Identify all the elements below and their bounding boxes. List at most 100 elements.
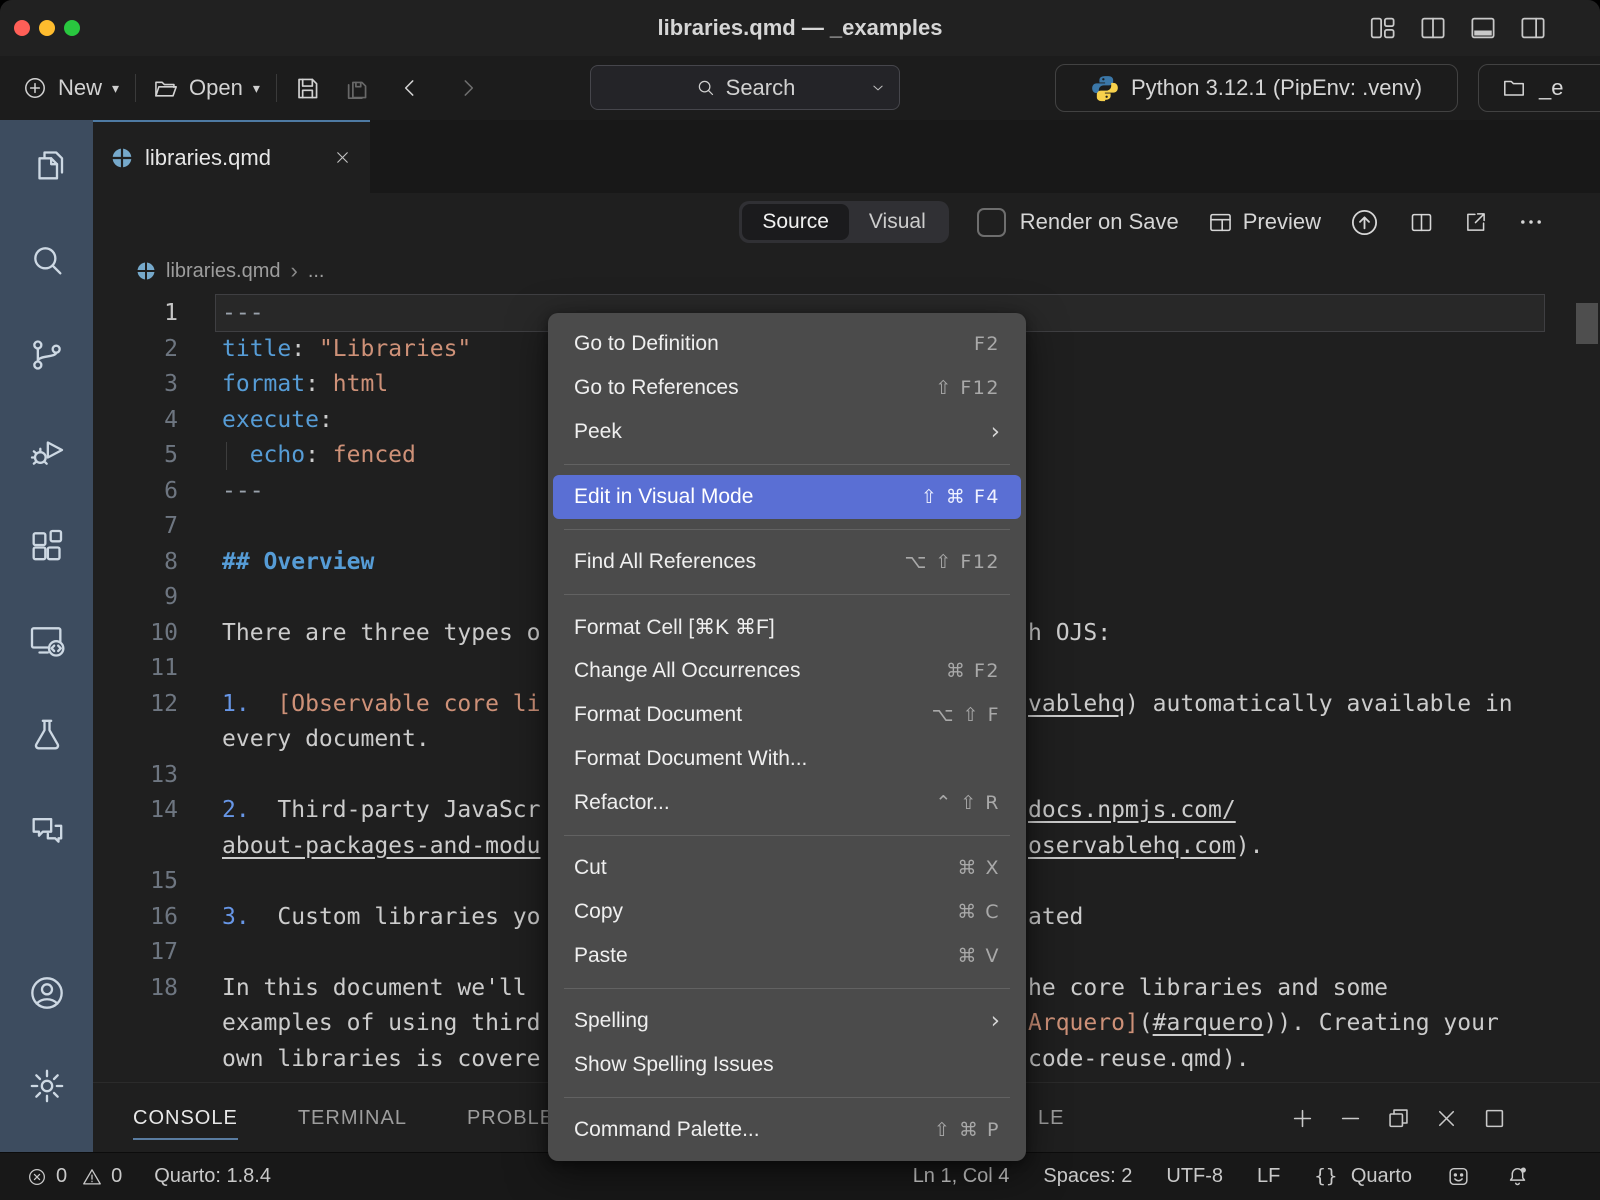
navigate-forward-icon[interactable] bbox=[455, 75, 481, 101]
menu-separator bbox=[564, 594, 1010, 595]
menu-item-shortcut: ⌘ F2 bbox=[946, 660, 1000, 682]
cursor-position-status[interactable]: Ln 1, Col 4 bbox=[913, 1165, 1010, 1188]
chevron-down-icon[interactable] bbox=[869, 79, 887, 97]
menu-separator bbox=[564, 835, 1010, 836]
menu-item-refactor[interactable]: Refactor...⌃ ⇧ R bbox=[548, 781, 1026, 825]
scm-icon bbox=[27, 335, 67, 375]
indentation-status[interactable]: Spaces: 2 bbox=[1043, 1165, 1132, 1188]
menu-item-paste[interactable]: Paste⌘ V bbox=[548, 934, 1026, 978]
language-mode-status[interactable]: {} Quarto bbox=[1314, 1165, 1412, 1188]
panel-tab-terminal[interactable]: TERMINAL bbox=[298, 1085, 407, 1152]
covered-panel-tab-fragment: LE bbox=[1038, 1083, 1064, 1153]
encoding-status[interactable]: UTF-8 bbox=[1166, 1165, 1223, 1188]
preview-icon bbox=[1207, 209, 1234, 236]
source-mode-button[interactable]: Source bbox=[742, 204, 849, 240]
activitybar-extensions[interactable] bbox=[26, 524, 68, 566]
preview-label: Preview bbox=[1243, 209, 1321, 235]
render-on-save-label: Render on Save bbox=[1020, 209, 1179, 235]
new-button[interactable]: New ▾ bbox=[22, 75, 119, 101]
line-number: 3 bbox=[93, 367, 178, 403]
activitybar-run-and-debug[interactable] bbox=[26, 429, 68, 471]
menu-item-shortcut: F2 bbox=[974, 333, 1000, 355]
menu-item-cut[interactable]: Cut⌘ X bbox=[548, 846, 1026, 890]
menu-item-label: Format Document With... bbox=[574, 747, 1000, 771]
line-number: 7 bbox=[93, 509, 178, 545]
editor-scrollbar[interactable] bbox=[1576, 303, 1598, 344]
chevron-right-icon: › bbox=[290, 258, 297, 284]
open-in-new-window-icon[interactable] bbox=[1463, 209, 1489, 235]
split-editor-layout-icon[interactable] bbox=[1418, 13, 1448, 43]
breadcrumb[interactable]: libraries.qmd › ... bbox=[136, 258, 324, 284]
activitybar-testing[interactable] bbox=[26, 714, 68, 756]
workspace-button[interactable]: _e bbox=[1478, 64, 1600, 112]
activitybar-source-control[interactable] bbox=[26, 334, 68, 376]
menu-item-label: Peek bbox=[574, 420, 991, 444]
menu-separator bbox=[564, 1097, 1010, 1098]
breadcrumb-ellipsis[interactable]: ... bbox=[308, 260, 325, 283]
activitybar-explorer[interactable] bbox=[26, 144, 68, 186]
menu-item-peek[interactable]: Peek› bbox=[548, 410, 1026, 454]
chevron-down-icon: ▾ bbox=[253, 80, 260, 97]
secondary-sidebar-layout-icon[interactable] bbox=[1518, 13, 1548, 43]
line-number: 17 bbox=[93, 935, 178, 971]
menu-item-format-document[interactable]: Format Document⌥ ⇧ F bbox=[548, 693, 1026, 737]
menu-item-find-all-references[interactable]: Find All References⌥ ⇧ F12 bbox=[548, 540, 1026, 584]
split-editor-icon[interactable] bbox=[1408, 209, 1435, 236]
save-all-icon[interactable] bbox=[342, 74, 371, 103]
menu-item-change-all-occurrences[interactable]: Change All Occurrences⌘ F2 bbox=[548, 649, 1026, 693]
restore-panel-icon[interactable] bbox=[1385, 1105, 1412, 1132]
render-icon[interactable] bbox=[1349, 207, 1380, 238]
activitybar-search[interactable] bbox=[26, 239, 68, 281]
search-input[interactable]: Search bbox=[590, 65, 900, 110]
menu-item-edit-in-visual-mode[interactable]: Edit in Visual Mode⇧ ⌘ F4 bbox=[553, 475, 1021, 519]
menu-item-show-spelling-issues[interactable]: Show Spelling Issues bbox=[548, 1043, 1026, 1087]
visual-mode-button[interactable]: Visual bbox=[849, 204, 946, 240]
problems-status[interactable]: 0 0 bbox=[26, 1165, 122, 1188]
notifications-bell-icon[interactable] bbox=[1505, 1164, 1530, 1189]
close-tab-icon[interactable] bbox=[333, 148, 352, 167]
render-on-save-checkbox[interactable] bbox=[977, 208, 1006, 237]
menu-item-copy[interactable]: Copy⌘ C bbox=[548, 890, 1026, 934]
activitybar-comments[interactable] bbox=[26, 809, 68, 851]
open-button[interactable]: Open ▾ bbox=[152, 75, 260, 102]
panel-tab-console[interactable]: CONSOLE bbox=[133, 1085, 238, 1152]
tab-libraries-qmd[interactable]: libraries.qmd bbox=[93, 120, 370, 193]
feedback-smiley-icon[interactable] bbox=[1446, 1164, 1471, 1189]
open-button-label: Open bbox=[189, 75, 243, 101]
close-panel-icon[interactable] bbox=[1433, 1105, 1460, 1132]
activitybar-account[interactable] bbox=[26, 972, 68, 1014]
navigate-back-icon[interactable] bbox=[397, 75, 423, 101]
menu-item-shortcut: ⌥ ⇧ F12 bbox=[905, 551, 1001, 573]
tab-strip: libraries.qmd bbox=[93, 120, 1600, 193]
search-placeholder: Search bbox=[726, 75, 796, 101]
minimize-panel-icon[interactable] bbox=[1337, 1105, 1364, 1132]
menu-item-shortcut: ⌘ C bbox=[957, 901, 1000, 923]
menu-item-spelling[interactable]: Spelling› bbox=[548, 999, 1026, 1043]
customize-layout-icon[interactable] bbox=[1368, 13, 1398, 43]
breadcrumb-file[interactable]: libraries.qmd bbox=[166, 260, 280, 283]
eol-status[interactable]: LF bbox=[1257, 1165, 1280, 1188]
files-icon bbox=[27, 145, 67, 185]
menu-item-label: Command Palette... bbox=[574, 1118, 934, 1142]
menu-item-go-to-references[interactable]: Go to References⇧ F12 bbox=[548, 366, 1026, 410]
activitybar-settings[interactable] bbox=[26, 1065, 68, 1107]
preview-button[interactable]: Preview bbox=[1207, 209, 1321, 236]
new-console-icon[interactable] bbox=[1289, 1105, 1316, 1132]
debug-icon bbox=[27, 430, 67, 470]
maximize-panel-icon[interactable] bbox=[1481, 1105, 1508, 1132]
interpreter-selector[interactable]: Python 3.12.1 (PipEnv: .venv) bbox=[1055, 64, 1458, 112]
more-actions-icon[interactable] bbox=[1517, 208, 1545, 236]
menu-item-format-document-with[interactable]: Format Document With... bbox=[548, 737, 1026, 781]
panel-layout-icon[interactable] bbox=[1468, 13, 1498, 43]
save-icon[interactable] bbox=[293, 74, 322, 103]
quarto-version-status[interactable]: Quarto: 1.8.4 bbox=[154, 1165, 271, 1188]
activitybar-remote-explorer[interactable] bbox=[26, 619, 68, 661]
remote-icon bbox=[27, 620, 67, 660]
menu-item-command-palette[interactable]: Command Palette...⇧ ⌘ P bbox=[548, 1108, 1026, 1152]
menu-separator bbox=[564, 464, 1010, 465]
warning-count: 0 bbox=[111, 1165, 122, 1188]
menu-item-format-cell-k-f[interactable]: Format Cell [⌘K ⌘F] bbox=[548, 605, 1026, 649]
menu-item-shortcut: ⌃ ⇧ R bbox=[935, 792, 1000, 814]
menu-item-label: Copy bbox=[574, 900, 957, 924]
menu-item-go-to-definition[interactable]: Go to DefinitionF2 bbox=[548, 322, 1026, 366]
